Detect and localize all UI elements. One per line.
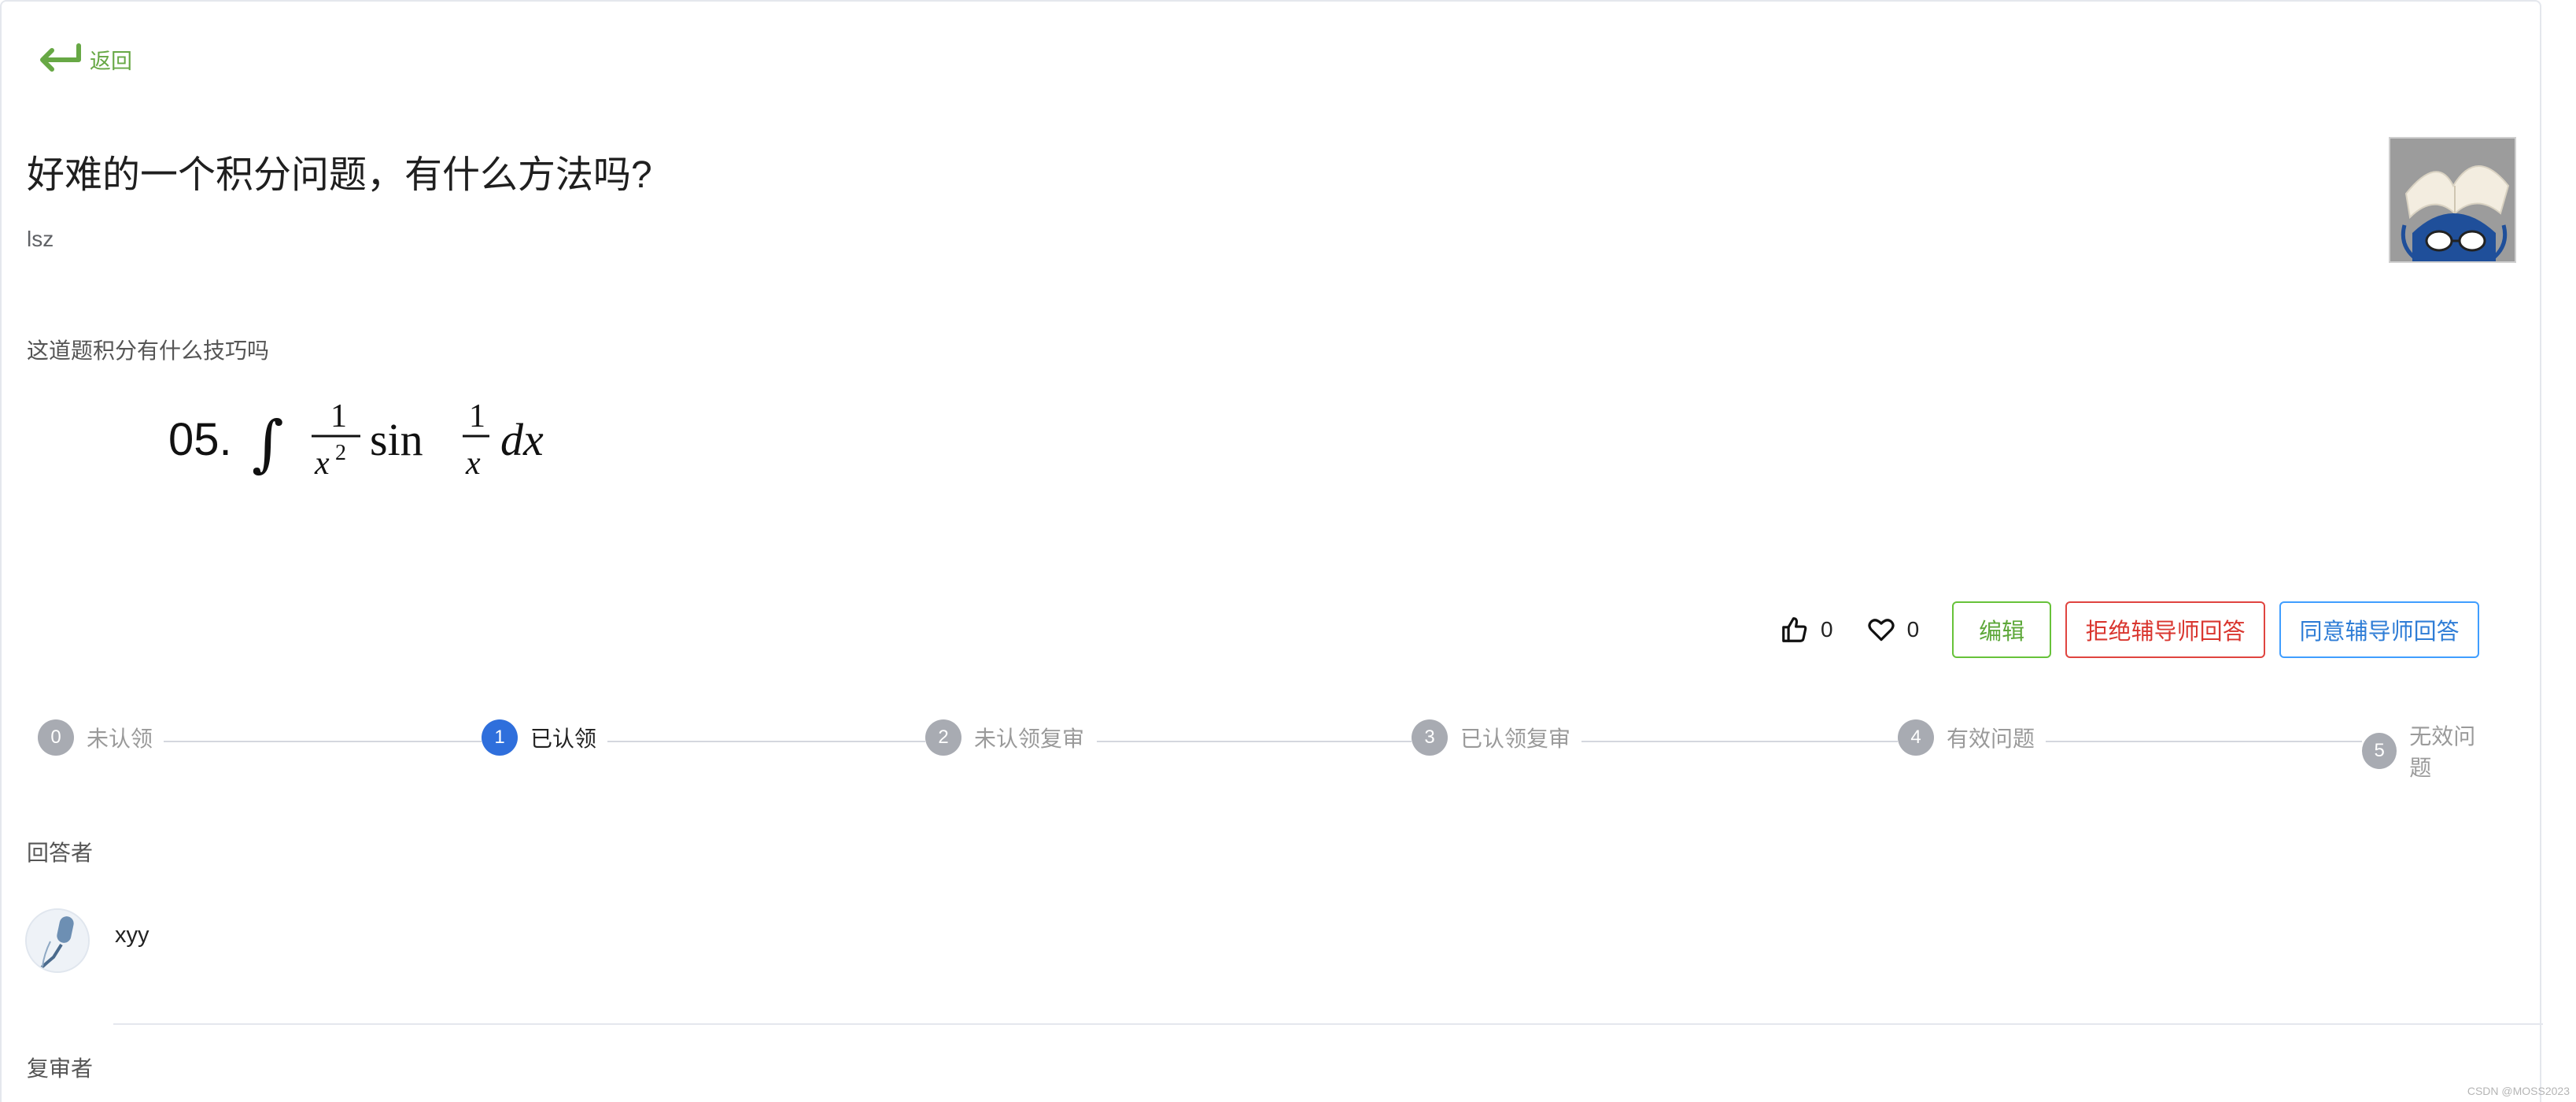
step-5: 5 无效问题 [2362,719,2505,782]
question-author: lsz [27,227,54,251]
step-number: 4 [1898,719,1934,756]
microphone-image [27,910,88,971]
step-label: 已认领复审 [1460,727,1571,751]
edit-button[interactable]: 编辑 [1952,601,2052,658]
step-number: 1 [482,719,518,756]
step-label: 未认领复审 [974,727,1085,751]
like-button[interactable]: 0 [1780,615,1833,645]
svg-text:x: x [465,446,481,482]
favorite-count: 0 [1906,617,1920,642]
answerer-avatar[interactable] [25,908,90,973]
svg-text:1: 1 [330,398,347,435]
reject-tutor-answer-button[interactable]: 拒绝辅导师回答 [2065,601,2266,658]
step-connector [604,741,950,742]
answerer-row: xyy [25,908,149,973]
step-number: 2 [925,719,961,756]
step-connector [2043,741,2381,742]
step-label: 无效问题 [2409,724,2476,780]
step-label: 未认领 [87,727,153,751]
question-description: 这道题积分有什么技巧吗 [27,338,270,363]
return-arrow-icon [40,43,81,72]
svg-text:2: 2 [335,441,346,465]
book-mascot-image [2390,139,2515,261]
step-connector [1581,741,1926,742]
step-number: 0 [38,719,74,756]
svg-text:1: 1 [469,398,485,435]
step-label: 已认领 [530,727,597,751]
svg-text:dx: dx [500,414,544,465]
status-steps: 0 未认领 1 已认领 2 未认领复审 3 已认领复审 4 有效问题 5 无效问… [38,719,2505,782]
accept-tutor-answer-button[interactable]: 同意辅导师回答 [2279,601,2480,658]
integral-formula: 05. ∫ 1 x 2 sin 1 x dx [167,392,607,498]
step-4: 4 有效问题 [1898,719,2046,756]
step-2: 2 未认领复审 [925,719,1096,756]
thumbs-up-icon [1782,617,1807,642]
section-divider [113,1023,2543,1025]
answerer-name: xyy [115,922,149,948]
back-label: 返回 [90,49,132,73]
watermark: CSDN @MOSS2023 [2467,1085,2570,1097]
formula-image: 05. ∫ 1 x 2 sin 1 x dx [168,398,544,482]
step-number: 3 [1412,719,1448,756]
question-actions: 0 0 编辑 拒绝辅导师回答 同意辅导师回答 [1780,601,2480,658]
svg-text:sin: sin [370,414,423,465]
like-count: 0 [1821,617,1833,642]
question-card: 返回 好难的一个积分问题，有什么方法吗? lsz 这道题积分有什么技巧吗 05.… [0,0,2543,1102]
step-1: 1 已认领 [482,719,608,756]
step-connector [1097,741,1440,742]
formula-prefix: 05. [168,414,232,465]
favorite-button[interactable]: 0 [1866,615,1920,645]
step-label: 有效问题 [1947,727,2035,751]
step-0: 0 未认领 [38,719,164,756]
answerer-section-label: 回答者 [27,841,94,865]
author-avatar [2389,137,2516,263]
step-3: 3 已认领复审 [1412,719,1582,756]
svg-text:∫: ∫ [252,409,284,479]
reviewer-section-label: 复审者 [27,1056,94,1081]
step-connector [156,741,518,742]
back-link[interactable]: 返回 [36,43,132,76]
svg-text:x: x [314,446,330,482]
step-number: 5 [2362,733,2397,769]
question-title: 好难的一个积分问题，有什么方法吗? [27,154,652,196]
heart-icon [1867,619,1895,642]
